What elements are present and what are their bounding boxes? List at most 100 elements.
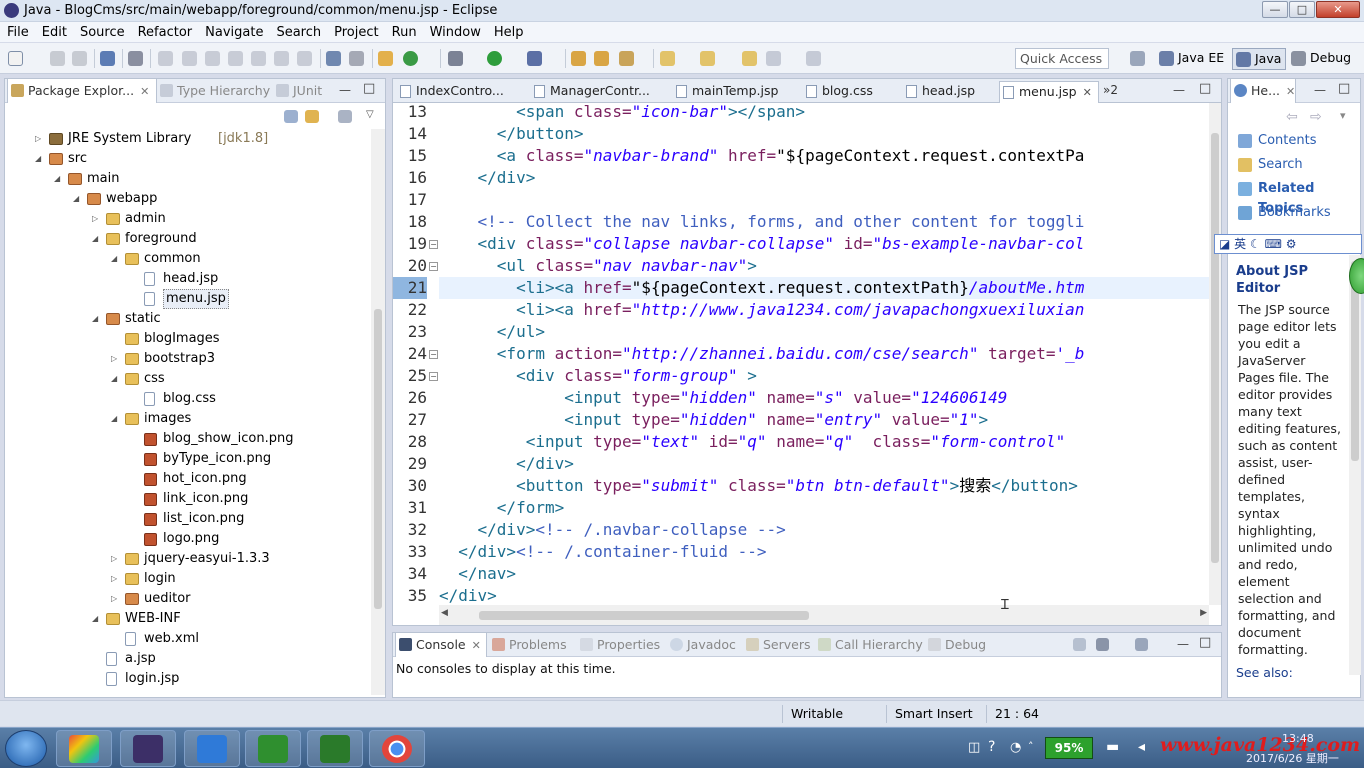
more-tabs-button[interactable]: »2 (1103, 83, 1118, 97)
maximize-panel-icon[interactable]: □ (363, 81, 375, 96)
tree-item[interactable]: ▷ admin (5, 209, 369, 229)
tab-manager-controller[interactable]: ManagerContr... (531, 81, 665, 103)
code-line[interactable]: </div><!-- /.container-fluid --> (439, 541, 766, 563)
taskbar-app-eclipse[interactable] (120, 730, 176, 767)
tab-head-jsp[interactable]: head.jsp (903, 81, 1001, 103)
minimize-help-icon[interactable]: — (1314, 83, 1326, 97)
tray-network-icon[interactable]: ◔ (1010, 740, 1021, 755)
tab-debug[interactable]: Debug (925, 633, 993, 657)
menu-navigate[interactable]: Navigate (198, 22, 269, 42)
close-tab-icon[interactable]: ✕ (472, 639, 481, 652)
tray-plug-icon[interactable]: ▬ (1106, 739, 1119, 755)
menu-help[interactable]: Help (487, 22, 530, 42)
code-line[interactable]: <input type="text" id="q" name="q" class… (439, 431, 1066, 453)
open-folder-icon[interactable] (594, 51, 609, 66)
expand-icon[interactable]: ▷ (111, 589, 121, 609)
collapse-icon[interactable]: ◢ (73, 189, 83, 209)
display-console-icon[interactable] (1096, 638, 1109, 651)
refresh-run-icon[interactable] (403, 51, 418, 66)
collapse-icon[interactable]: ◢ (54, 169, 64, 189)
code-line[interactable]: <div class="collapse navbar-collapse" id… (439, 233, 1085, 255)
tab-blog-css[interactable]: blog.css (803, 81, 903, 103)
taskbar-app-camtasia-recorder[interactable] (307, 730, 363, 767)
collapse-icon[interactable]: ◢ (111, 249, 121, 269)
scroll-left-icon[interactable]: ◀ (441, 608, 448, 618)
scroll-right-icon[interactable]: ▶ (1200, 608, 1207, 618)
code-line[interactable]: <span class="icon-bar"></span> (439, 103, 805, 123)
tab-index-controller[interactable]: IndexContro... (397, 81, 523, 103)
menu-edit[interactable]: Edit (35, 22, 73, 42)
code-line[interactable]: </div> (439, 453, 574, 475)
fold-toggle-icon[interactable]: − (429, 350, 438, 359)
new-icon[interactable] (8, 51, 23, 66)
code-line[interactable]: <input type="hidden" name="s" value="124… (439, 387, 1007, 409)
collapse-icon[interactable]: ◢ (92, 609, 102, 629)
view-menu-icon[interactable]: ▽ (366, 109, 374, 120)
help-menu-icon[interactable]: ▾ (1340, 109, 1346, 122)
tab-javadoc[interactable]: Javadoc (667, 633, 739, 657)
close-tab-icon[interactable]: ✕ (1286, 85, 1295, 98)
explorer-vertical-scrollbar[interactable] (371, 129, 385, 695)
taskbar-app-wps[interactable] (184, 730, 240, 767)
maximize-console-icon[interactable]: □ (1199, 635, 1211, 650)
tray-screen-icon[interactable]: ◫ (968, 740, 980, 755)
pin-console-icon[interactable] (1073, 638, 1086, 651)
ime-toolbar[interactable]: ◪ 英 ☾ ⌨ ⚙ (1214, 234, 1362, 254)
debug-gear-icon[interactable] (448, 51, 463, 66)
tab-junit[interactable]: JUnit (273, 79, 335, 103)
prev-annotation-icon[interactable] (700, 51, 715, 66)
menu-source[interactable]: Source (73, 22, 131, 42)
save-all-icon[interactable] (72, 51, 87, 66)
tab-call-hierarchy[interactable]: Call Hierarchy (815, 633, 925, 657)
forward-icon[interactable] (806, 51, 821, 66)
toggle-icon[interactable] (326, 51, 341, 66)
open-type-icon[interactable] (571, 51, 586, 66)
tree-item[interactable]: ◢ css (5, 369, 369, 389)
code-line[interactable]: <ul class="nav navbar-nav"> (439, 255, 757, 277)
collapse-icon[interactable]: ◢ (111, 409, 121, 429)
tab-package-explorer[interactable]: Package Explor... ✕ (7, 79, 157, 103)
terminal-icon[interactable] (100, 51, 115, 66)
editor-vertical-scrollbar[interactable] (1209, 103, 1221, 605)
tree-item[interactable]: ◢ foreground (5, 229, 369, 249)
tool-icon[interactable] (349, 51, 364, 66)
fold-toggle-icon[interactable]: − (429, 262, 438, 271)
code-line[interactable]: </div> (439, 585, 497, 605)
code-area[interactable]: <span class="icon-bar"></span> </button>… (439, 103, 1209, 605)
tab-type-hierarchy[interactable]: Type Hierarchy (157, 79, 273, 103)
maximize-help-icon[interactable]: □ (1338, 81, 1350, 96)
tab-servers[interactable]: Servers (743, 633, 813, 657)
skip-breakpoints-icon[interactable] (128, 51, 143, 66)
minimize-button[interactable]: — (1262, 1, 1288, 18)
clock-date[interactable]: 2017/6/26 星期一 (1246, 750, 1339, 766)
battery-indicator[interactable]: 95% (1045, 737, 1093, 759)
menu-project[interactable]: Project (327, 22, 384, 42)
collapse-icon[interactable]: ◢ (111, 369, 121, 389)
tray-expand-icon[interactable]: ˄ (1028, 740, 1034, 753)
tree-item[interactable]: byType_icon.png (5, 449, 369, 469)
fold-toggle-icon[interactable]: − (429, 372, 438, 381)
next-annotation-icon[interactable] (660, 51, 675, 66)
tree-item[interactable]: blogImages (5, 329, 369, 349)
code-line[interactable]: </div><!-- /.navbar-collapse --> (439, 519, 786, 541)
collapse-icon[interactable]: ◢ (92, 229, 102, 249)
tree-item[interactable]: ▷ ueditor (5, 589, 369, 609)
tree-item[interactable]: blog.css (5, 389, 369, 409)
tree-item[interactable]: ◢ images (5, 409, 369, 429)
expand-icon[interactable]: ▷ (111, 569, 121, 589)
editor-horizontal-scrollbar[interactable]: ◀ ▶ (439, 605, 1209, 625)
menu-refactor[interactable]: Refactor (131, 22, 199, 42)
code-line[interactable]: </div> (439, 167, 536, 189)
code-line[interactable]: <div class="form-group" > (439, 365, 757, 387)
collapse-all-icon[interactable] (284, 110, 298, 123)
menu-search[interactable]: Search (269, 22, 327, 42)
code-line[interactable]: <a class="navbar-brand" href="${pageCont… (439, 145, 1085, 167)
code-line[interactable]: <form action="http://zhannei.baidu.com/c… (439, 343, 1085, 365)
taskbar-app-palette[interactable] (56, 730, 112, 767)
code-line[interactable]: </nav> (439, 563, 516, 585)
tree-item[interactable]: ▷ JRE System Library [jdk1.8] (5, 129, 369, 149)
code-line[interactable]: </ul> (439, 321, 545, 343)
tab-menu-jsp[interactable]: menu.jsp ✕ (999, 81, 1099, 103)
tree-item[interactable]: menu.jsp (5, 289, 369, 309)
tab-properties[interactable]: Properties (577, 633, 665, 657)
